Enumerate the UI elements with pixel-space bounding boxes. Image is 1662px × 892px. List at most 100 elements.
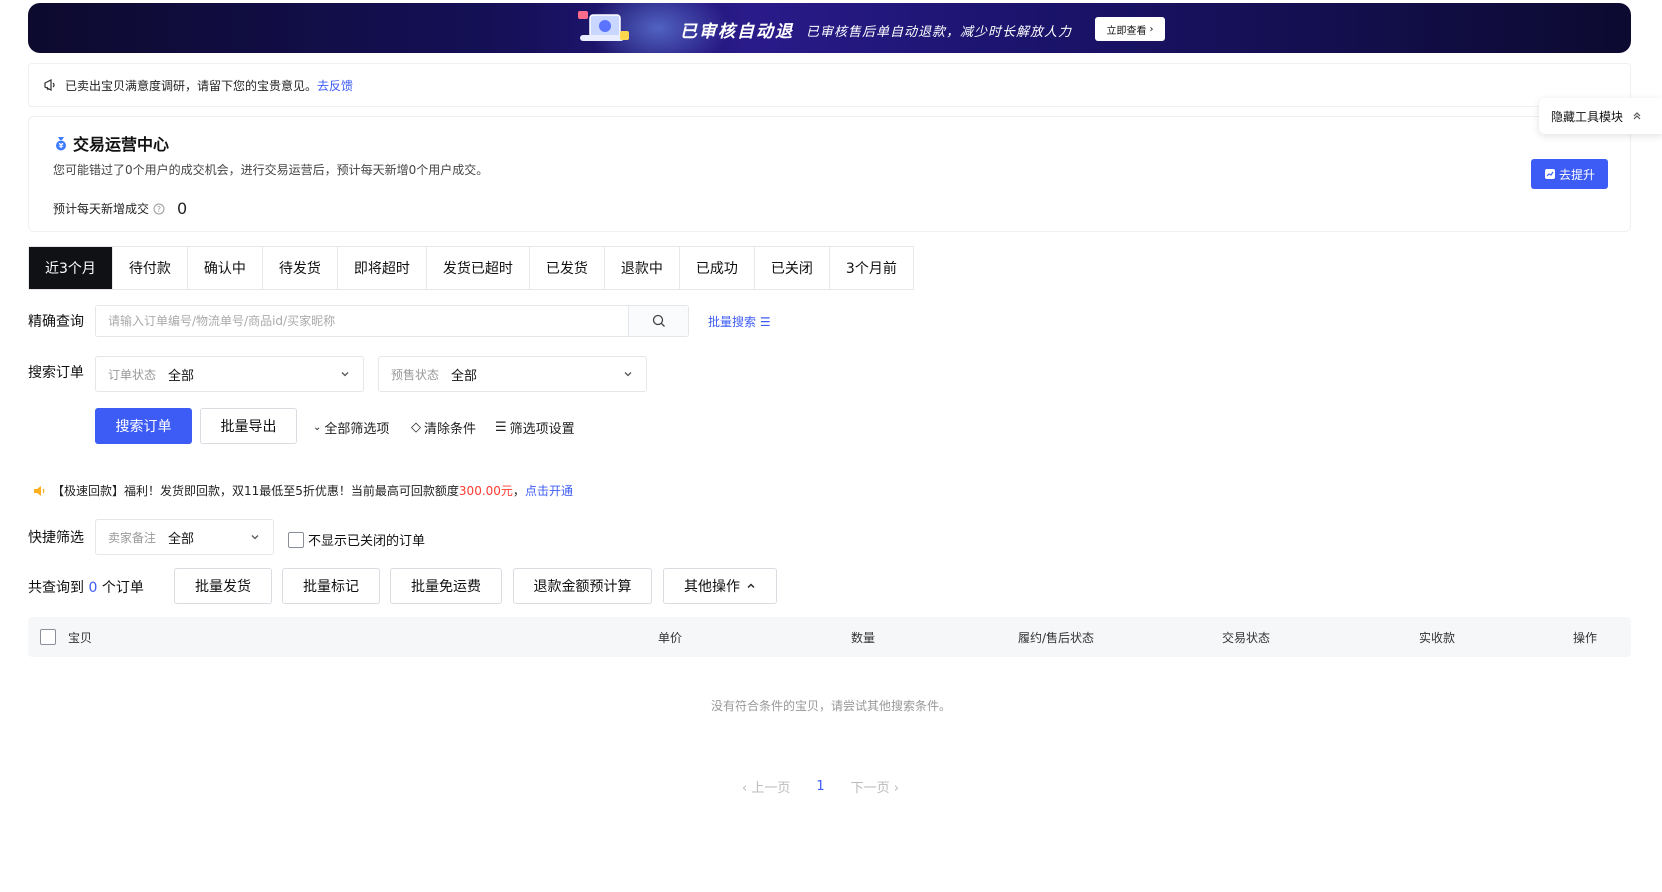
clear-conditions-button[interactable]: ◇ 清除条件 <box>411 418 476 437</box>
hide-closed-orders[interactable]: 不显示已关闭的订单 <box>288 530 425 549</box>
seller-remark-value: 全部 <box>168 531 195 547</box>
batch-search-label: 批量搜索 <box>708 315 757 329</box>
prev-page-button[interactable]: ‹ 上一页 <box>742 777 790 796</box>
order-status-key: 订单状态 <box>108 367 157 382</box>
banner-subtitle: 已审核售后单自动退款，减少时长解放人力 <box>806 25 1073 40</box>
precise-query-label: 精确查询 <box>28 314 84 330</box>
promo-activate-link[interactable]: 点击开通 <box>525 484 573 498</box>
chevron-right-icon: › <box>1149 23 1154 35</box>
batch-export-button[interactable]: 批量导出 <box>200 408 297 444</box>
survey-text: 已卖出宝贝满意度调研，请留下您的宝贵意见。 <box>65 78 318 93</box>
chevron-down-icon <box>341 372 349 377</box>
tab-recent-3-months[interactable]: 近3个月 <box>29 247 113 289</box>
batch-search-link[interactable]: 批量搜索 ☰ <box>708 313 771 330</box>
promo-amount: 300.00元 <box>458 484 513 498</box>
help-circle-icon[interactable]: ? <box>153 203 165 215</box>
tab-before-3-months[interactable]: 3个月前 <box>830 247 913 289</box>
fast-payback-promo: 【极速回款】福利！发货即回款，双11最低至5折优惠！当前最高可回款额度300.0… <box>32 482 573 499</box>
ops-title: ¥ 交易运营中心 <box>53 131 169 155</box>
batch-mark-button[interactable]: 批量标记 <box>282 568 380 604</box>
filter-settings-label: 筛选项设置 <box>509 422 575 437</box>
ops-metric-value: 0 <box>177 199 188 218</box>
order-count-suffix: 个订单 <box>101 580 144 596</box>
search-button[interactable] <box>628 306 688 336</box>
ops-metric-label: 预计每天新增成交 <box>53 202 150 216</box>
search-orders-button[interactable]: 搜索订单 <box>95 408 192 444</box>
chevron-down-icon <box>624 372 632 377</box>
ops-description: 您可能错过了0个用户的成交机会，进行交易运营后，预计每天新增0个用户成交。 <box>53 163 489 177</box>
other-actions-label: 其他操作 <box>684 579 740 595</box>
tab-ship-overdue[interactable]: 发货已超时 <box>427 247 530 289</box>
order-count: 共查询到 0 个订单 <box>28 577 144 597</box>
speaker-icon <box>34 485 45 496</box>
chevron-down-icon <box>251 535 259 540</box>
tab-success[interactable]: 已成功 <box>680 247 755 289</box>
batch-ship-button[interactable]: 批量发货 <box>174 568 272 604</box>
col-unit-price: 单价 <box>658 631 683 645</box>
presale-status-value: 全部 <box>451 368 478 384</box>
tab-to-ship[interactable]: 待发货 <box>263 247 338 289</box>
presale-status-key: 预售状态 <box>391 367 440 382</box>
col-operations: 操作 <box>1573 631 1598 645</box>
prev-page-label: 上一页 <box>751 781 791 796</box>
double-chevron-up-icon <box>1633 112 1641 120</box>
seller-remark-select[interactable]: 卖家备注 全部 <box>95 519 274 555</box>
banner-cta-button[interactable]: 立即查看 › <box>1095 17 1165 41</box>
banner-illustration-icon <box>578 11 629 41</box>
col-received-amount: 实收款 <box>1419 631 1456 645</box>
search-icon <box>652 314 665 327</box>
tab-pending-payment[interactable]: 待付款 <box>113 247 188 289</box>
select-all-checkbox[interactable] <box>40 629 56 645</box>
order-table-header: 宝贝 单价 数量 履约/售后状态 交易状态 实收款 操作 <box>28 617 1631 657</box>
hide-closed-label: 不显示已关闭的订单 <box>308 534 426 549</box>
chevron-down-icon: ⌄ <box>313 422 322 433</box>
ops-title-text: 交易运营中心 <box>73 135 170 154</box>
order-count-number: 0 <box>88 580 98 596</box>
tab-closed[interactable]: 已关闭 <box>755 247 830 289</box>
tab-refunding[interactable]: 退款中 <box>605 247 680 289</box>
all-filters-button[interactable]: ⌄ 全部筛选项 <box>313 418 389 437</box>
survey-feedback-link[interactable]: 去反馈 <box>317 77 353 94</box>
col-fulfillment-status: 履约/售后状态 <box>1018 631 1095 645</box>
trade-ops-center: ¥ 交易运营中心 您可能错过了0个用户的成交机会，进行交易运营后，预计每天新增0… <box>28 116 1631 232</box>
col-trade-status: 交易状态 <box>1222 631 1271 645</box>
presale-status-select[interactable]: 预售状态 全部 <box>378 356 647 392</box>
promo-suffix: ， <box>512 484 525 498</box>
promo-banner[interactable]: 已审核自动退 已审核售后单自动退款，减少时长解放人力 立即查看 › <box>28 3 1631 53</box>
precise-search <box>95 305 689 337</box>
svg-text:¥: ¥ <box>59 142 64 150</box>
promo-text: 【极速回款】福利！发货即回款，双11最低至5折优惠！当前最高可回款额度 <box>52 484 459 498</box>
hide-closed-checkbox[interactable] <box>288 531 304 548</box>
precise-search-input[interactable] <box>96 306 628 336</box>
ops-metric: 预计每天新增成交 ? 0 <box>53 199 187 218</box>
svg-text:?: ? <box>157 205 161 214</box>
col-quantity: 数量 <box>851 631 876 645</box>
all-filters-label: 全部筛选项 <box>324 422 390 437</box>
order-status-value: 全部 <box>168 368 195 384</box>
tab-about-to-timeout[interactable]: 即将超时 <box>338 247 427 289</box>
tab-shipped[interactable]: 已发货 <box>530 247 605 289</box>
page-1[interactable]: 1 <box>816 779 824 794</box>
filter-settings-button[interactable]: ☰ 筛选项设置 <box>495 418 575 437</box>
batch-free-shipping-button[interactable]: 批量免运费 <box>390 568 502 604</box>
hide-tools-toggle[interactable]: 隐藏工具模块 <box>1539 98 1662 134</box>
quick-filter-label: 快捷筛选 <box>28 530 84 546</box>
megaphone-icon <box>44 79 55 91</box>
seller-remark-key: 卖家备注 <box>108 530 157 545</box>
col-item: 宝贝 <box>68 631 93 645</box>
order-status-tabs: 近3个月 待付款 确认中 待发货 即将超时 发货已超时 已发货 退款中 已成功 … <box>28 246 914 290</box>
other-actions-button[interactable]: 其他操作 <box>663 568 777 604</box>
refund-precalc-button[interactable]: 退款金额预计算 <box>513 568 652 604</box>
ops-improve-button[interactable]: 去提升 <box>1531 159 1608 189</box>
hide-tools-label: 隐藏工具模块 <box>1551 109 1624 124</box>
survey-bar: 已卖出宝贝满意度调研，请留下您的宝贵意见。 去反馈 <box>28 63 1631 107</box>
banner-title: 已审核自动退 <box>680 22 794 42</box>
next-page-button[interactable]: 下一页 › <box>851 777 899 796</box>
banner-cta-label: 立即查看 <box>1106 25 1147 37</box>
order-status-select[interactable]: 订单状态 全部 <box>95 356 364 392</box>
chart-icon <box>1544 169 1555 179</box>
next-page-label: 下一页 <box>850 781 890 796</box>
eraser-icon: ◇ <box>411 420 421 435</box>
tab-confirming[interactable]: 确认中 <box>188 247 263 289</box>
ops-improve-label: 去提升 <box>1558 167 1595 182</box>
